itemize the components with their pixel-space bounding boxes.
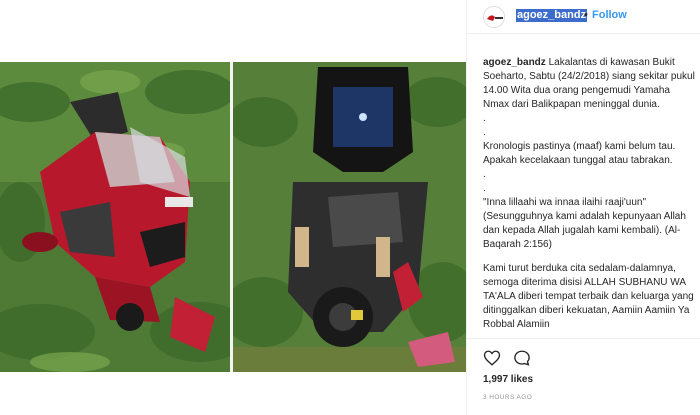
post-actions	[467, 338, 700, 376]
post-timestamp: 3 HOURS AGO	[483, 394, 533, 401]
post-sidebar: agoez_bandz • Follow agoez_bandz Lakalan…	[466, 0, 700, 415]
caption-dot: .	[483, 113, 486, 124]
avatar[interactable]	[483, 6, 505, 28]
caption-text-4: Kami turut berduka cita sedalam-dalamnya…	[483, 263, 694, 330]
caption-dot: .	[483, 127, 486, 138]
instagram-post: agoez_bandz • Follow agoez_bandz Lakalan…	[0, 0, 700, 415]
post-media[interactable]	[0, 62, 466, 372]
crashed-scooter-photo-right	[233, 62, 466, 372]
caption-dot: .	[483, 183, 486, 194]
caption-author-link[interactable]: agoez_bandz	[483, 57, 546, 68]
follow-button[interactable]: Follow	[592, 9, 627, 22]
avatar-logo-icon	[484, 7, 504, 27]
likes-count[interactable]: 1,997 likes	[483, 374, 533, 385]
crashed-scooter-photo-left	[0, 62, 230, 372]
comment-icon[interactable]	[513, 349, 531, 367]
heart-icon[interactable]	[483, 349, 501, 367]
post-caption: agoez_bandz Lakalantas di kawasan Bukit …	[483, 56, 695, 339]
separator-dot: •	[584, 9, 588, 21]
caption-text-2: Kronologis pastinya (maaf) kami belum ta…	[483, 141, 676, 166]
header-username-link[interactable]: agoez_bandz	[516, 9, 588, 22]
post-header: agoez_bandz • Follow	[467, 0, 700, 34]
caption-dot: .	[483, 169, 486, 180]
caption-text-3: "Inna lillaahi wa innaa ilaihi raaji'uun…	[483, 197, 686, 250]
